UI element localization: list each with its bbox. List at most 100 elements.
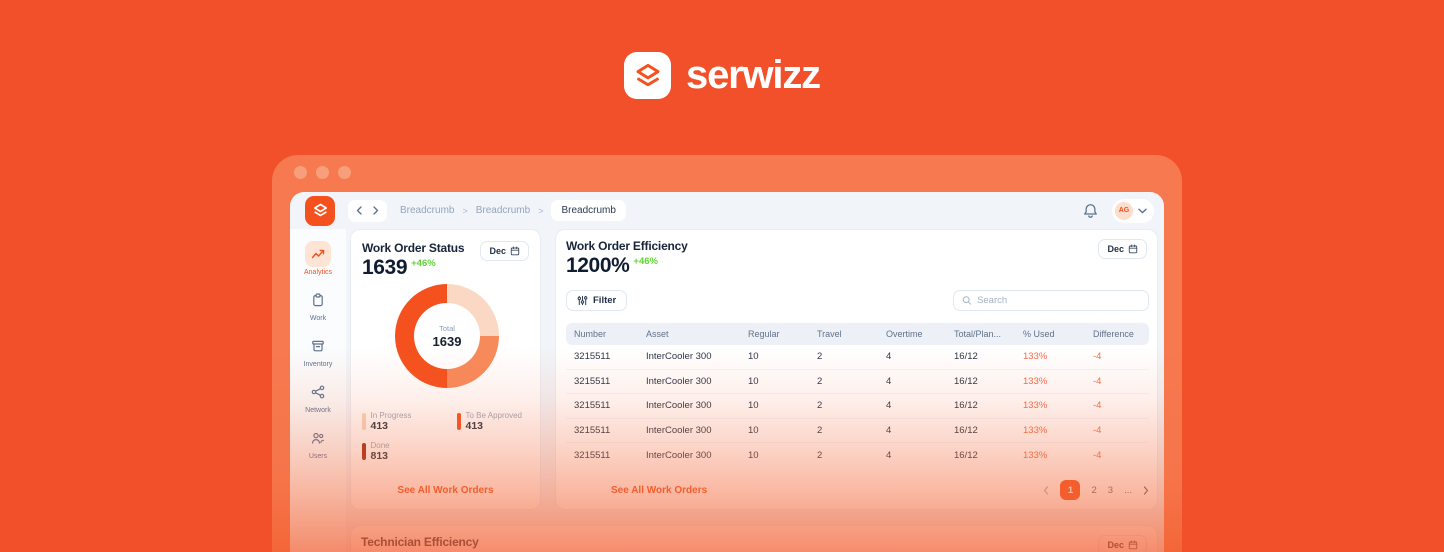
column-header: Total/Plan... <box>954 329 1002 339</box>
legend-item-to-be-approved: To Be Approved 413 <box>457 411 531 432</box>
donut-legend: In Progress 413 To Be Approved 413 Done … <box>362 411 531 462</box>
efficiency-value: 1200% <box>566 254 630 277</box>
inventory-icon <box>305 333 331 359</box>
app-logo-icon[interactable] <box>305 195 335 226</box>
table-row[interactable]: 3215511 InterCooler 300 10 2 4 16/12 133… <box>566 370 1149 394</box>
cell-overtime: 4 <box>886 351 892 363</box>
period-selector[interactable]: Dec <box>480 241 529 261</box>
topbar-right: AG <box>1083 198 1154 223</box>
sidebar-item-label: Inventory <box>303 361 333 368</box>
sidebar-item-network[interactable]: Network <box>305 379 331 414</box>
legend-value: 813 <box>370 450 389 462</box>
cell-travel: 2 <box>817 375 823 387</box>
app-content: Breadcrumb > Breadcrumb > Breadcrumb AG <box>290 192 1164 552</box>
legend-item-in-progress: In Progress 413 <box>362 411 457 432</box>
filter-button[interactable]: Filter <box>566 290 628 311</box>
donut-total-value: 1639 <box>432 333 462 349</box>
see-all-work-orders-link[interactable]: See All Work Orders <box>351 485 540 496</box>
user-menu[interactable]: AG <box>1112 198 1154 223</box>
pagination-ellipsis[interactable]: ... <box>1124 485 1132 496</box>
column-header: Regular <box>748 329 780 339</box>
cell-percent-used: 133% <box>1023 449 1048 461</box>
column-header: % Used <box>1023 329 1055 339</box>
cell-difference: -4 <box>1093 424 1102 436</box>
card-title: Work Order Efficiency <box>566 239 688 253</box>
sidebar-item-analytics[interactable]: Analytics <box>304 241 332 276</box>
pagination-page-1[interactable]: 1 <box>1060 480 1081 500</box>
work-order-status-card: Work Order Status 1639 +46% Dec Total 16… <box>350 229 541 510</box>
pagination-next-icon[interactable] <box>1143 485 1149 495</box>
back-button[interactable] <box>356 206 363 215</box>
table-row[interactable]: 3215511 InterCooler 300 10 2 4 16/12 133… <box>566 394 1149 419</box>
cell-number: 3215511 <box>574 400 611 412</box>
period-label: Dec <box>489 246 506 256</box>
filter-label: Filter <box>593 295 617 306</box>
search-input[interactable] <box>977 295 1140 306</box>
column-header: Number <box>574 329 607 339</box>
network-icon <box>305 379 331 405</box>
window-dot-close[interactable] <box>294 166 307 179</box>
cell-total-plan: 16/12 <box>954 375 978 387</box>
sidebar-item-label: Network <box>305 407 331 414</box>
legend-label: In Progress <box>370 411 412 420</box>
see-all-work-orders-link[interactable]: See All Work Orders <box>611 485 707 496</box>
pagination-prev-icon[interactable] <box>1043 485 1049 495</box>
technician-efficiency-card: Technician Efficiency Dec <box>350 525 1158 552</box>
filter-sliders-icon <box>577 295 588 306</box>
cell-asset: InterCooler 300 <box>646 424 712 436</box>
period-selector[interactable]: Dec <box>1098 239 1147 259</box>
work-order-efficiency-card: Work Order Efficiency 1200% +46% Dec Fil… <box>555 229 1158 510</box>
notifications-bell-icon[interactable] <box>1083 203 1098 219</box>
cell-overtime: 4 <box>886 424 892 436</box>
sidebar-item-users[interactable]: Users <box>305 425 331 460</box>
breadcrumb-item[interactable]: Breadcrumb <box>400 205 454 216</box>
serwizz-logo-icon <box>624 52 672 99</box>
cell-overtime: 4 <box>886 400 892 412</box>
cell-number: 3215511 <box>574 449 611 461</box>
calendar-icon <box>510 246 520 256</box>
column-header: Travel <box>817 329 842 339</box>
window-dot-maximize[interactable] <box>338 166 351 179</box>
table-header-row: Number Asset Regular Travel Overtime Tot… <box>566 323 1149 345</box>
sidebar-item-inventory[interactable]: Inventory <box>303 333 333 368</box>
cell-number: 3215511 <box>574 351 611 363</box>
cell-overtime: 4 <box>886 375 892 387</box>
pagination-page-3[interactable]: 3 <box>1108 485 1113 496</box>
topbar: Breadcrumb > Breadcrumb > Breadcrumb AG <box>290 192 1164 229</box>
breadcrumb-item[interactable]: Breadcrumb <box>476 205 530 216</box>
forward-button[interactable] <box>372 206 379 215</box>
cell-regular: 10 <box>748 351 759 363</box>
cell-total-plan: 16/12 <box>954 449 978 461</box>
period-label: Dec <box>1107 244 1124 254</box>
cell-number: 3215511 <box>574 375 611 387</box>
cell-asset: InterCooler 300 <box>646 375 712 387</box>
column-header: Asset <box>646 329 669 339</box>
column-header: Difference <box>1093 329 1134 339</box>
table-row[interactable]: 3215511 InterCooler 300 10 2 4 16/12 133… <box>566 419 1149 443</box>
cell-regular: 10 <box>748 424 759 436</box>
window-dot-minimize[interactable] <box>316 166 329 179</box>
cell-travel: 2 <box>817 400 823 412</box>
cell-asset: InterCooler 300 <box>646 400 712 412</box>
table-row[interactable]: 3215511 InterCooler 300 10 2 4 16/12 133… <box>566 345 1149 370</box>
cell-percent-used: 133% <box>1023 375 1048 387</box>
sidebar-item-work[interactable]: Work <box>305 287 331 322</box>
cell-asset: InterCooler 300 <box>646 449 712 461</box>
window-controls <box>294 166 351 179</box>
period-selector[interactable]: Dec <box>1098 535 1147 552</box>
cell-overtime: 4 <box>886 449 892 461</box>
donut-total-label: Total <box>439 323 455 333</box>
cell-difference: -4 <box>1093 351 1102 363</box>
legend-swatch <box>362 413 366 430</box>
legend-value: 413 <box>465 420 484 432</box>
donut-center: Total 1639 <box>414 303 480 369</box>
work-icon <box>305 287 331 313</box>
page-background: serwizz Breadcrumb > Breadcrumb > Breadc… <box>0 0 1444 552</box>
pagination-page-2[interactable]: 2 <box>1091 485 1096 496</box>
cell-percent-used: 133% <box>1023 400 1048 412</box>
calendar-icon <box>1128 540 1138 550</box>
legend-swatch <box>362 443 366 460</box>
brand: serwizz <box>0 52 1444 99</box>
breadcrumb-item-current[interactable]: Breadcrumb <box>551 200 626 221</box>
table-row[interactable]: 3215511 InterCooler 300 10 2 4 16/12 133… <box>566 443 1149 468</box>
